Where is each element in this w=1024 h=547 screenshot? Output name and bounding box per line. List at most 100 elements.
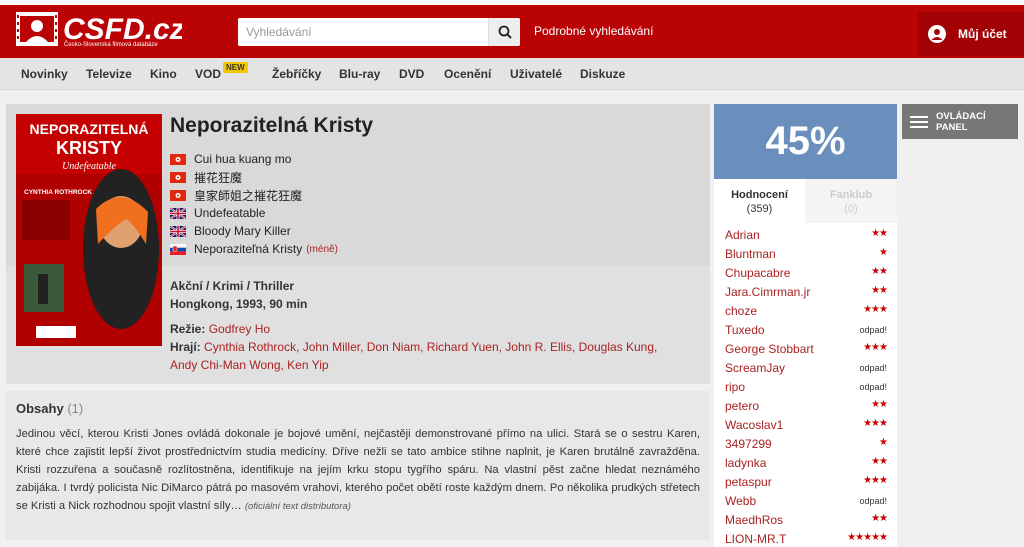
tab-ratings[interactable]: Hodnocení (359) [714, 179, 805, 223]
user-name-link[interactable]: petero [725, 399, 759, 413]
control-panel-button[interactable]: OVLÁDACÍ PANEL [902, 104, 1018, 139]
user-rating-stars: odpad! [859, 496, 887, 506]
plot-count: (1) [67, 401, 84, 416]
alt-name-row: Neporaziteľná Kristy (méně) [170, 240, 338, 258]
user-rating-stars: ★ [879, 247, 888, 258]
nav-diskuze[interactable]: Diskuze [580, 67, 625, 81]
poster-image: NEPORAZITELNÁ KRISTY Undefeatable CYNTHI… [16, 114, 162, 346]
nav-kino[interactable]: Kino [150, 67, 177, 81]
plot-title: Obsahy [16, 401, 64, 416]
alt-name-row: Cui hua kuang mo [170, 150, 338, 168]
user-name-link[interactable]: ScreamJay [725, 361, 785, 375]
user-name-link[interactable]: Chupacabre [725, 266, 790, 280]
menu-icon [910, 115, 928, 128]
nav-zebricky[interactable]: Žebříčky [272, 67, 321, 81]
nav-bluray[interactable]: Blu-ray [339, 67, 380, 81]
alternative-names: Cui hua kuang mo 摧花狂魔 皇家師姐之摧花狂魔 Undefeat… [170, 150, 338, 258]
user-name-link[interactable]: MaedhRos [725, 513, 783, 527]
alt-name: Bloody Mary Killer [194, 224, 291, 238]
user-name-link[interactable]: Tuxedo [725, 323, 765, 337]
user-name-link[interactable]: George Stobbart [725, 342, 814, 356]
alt-name: 皇家師姐之摧花狂魔 [194, 188, 303, 203]
user-rating-row: Wacoslav1 ★★★ [714, 415, 897, 434]
user-icon [928, 25, 946, 43]
nav-oceneni[interactable]: Ocenění [444, 67, 491, 81]
cast-links[interactable]: Andy Chi-Man Wong, Ken Yip [170, 358, 329, 372]
user-name-link[interactable]: choze [725, 304, 757, 318]
user-name-link[interactable]: ripo [725, 380, 745, 394]
rating-column: 45% Hodnocení (359) Fanklub (0) Adrian ★★… [714, 104, 897, 547]
film-info-box: NEPORAZITELNÁ KRISTY Undefeatable CYNTHI… [6, 104, 710, 384]
nav-uzivatele[interactable]: Uživatelé [510, 67, 562, 81]
uk-flag-icon [170, 207, 186, 219]
director-link[interactable]: Godfrey Ho [209, 322, 270, 336]
user-rating-row: Webb odpad! [714, 491, 897, 510]
user-name-link[interactable]: Adrian [725, 228, 760, 242]
nav-televize[interactable]: Televize [86, 67, 132, 81]
tab-fanclub[interactable]: Fanklub (0) [805, 179, 897, 223]
user-rating-stars: ★★★ [863, 342, 888, 353]
plot-box: Obsahy (1) Jedinou věcí, kterou Kristi J… [6, 391, 710, 540]
rating-percent: 45% [765, 119, 846, 163]
nav-vod[interactable]: VOD [195, 67, 221, 81]
user-rating-row: Bluntman ★ [714, 244, 897, 263]
user-rating-row: petero ★★ [714, 396, 897, 415]
alt-name: Undefeatable [194, 206, 266, 220]
cast-row: Hrají: Cynthia Rothrock, John Miller, Do… [170, 340, 657, 354]
user-rating-stars: ★★ [871, 228, 888, 239]
vod-new-badge: NEW [223, 62, 248, 73]
user-name-link[interactable]: 3497299 [725, 437, 772, 451]
user-name-link[interactable]: ladynka [725, 456, 766, 470]
user-rating-row: George Stobbart ★★★ [714, 339, 897, 358]
search-button[interactable] [488, 18, 520, 46]
plot-heading: Obsahy (1) [16, 401, 83, 416]
user-name-link[interactable]: Jara.Cimrman.jr [725, 285, 810, 299]
header-bar: CSFD.cz Česko-Slovenská filmová databáze… [0, 0, 1024, 58]
cast-label: Hrají: [170, 340, 201, 354]
nav-dvd[interactable]: DVD [399, 67, 424, 81]
film-poster[interactable]: NEPORAZITELNÁ KRISTY Undefeatable CYNTHI… [16, 114, 162, 346]
search-icon [498, 25, 512, 39]
user-rating-stars: ★★★ [863, 418, 888, 429]
user-name-link[interactable]: petaspur [725, 475, 772, 489]
plot-source: (oficiální text distributora) [244, 501, 351, 512]
search-box [238, 18, 520, 46]
show-less-link[interactable]: (méně) [306, 244, 338, 255]
search-input[interactable] [238, 18, 488, 46]
slovakia-flag-icon [170, 243, 186, 255]
alt-name-row: Undefeatable [170, 204, 338, 222]
user-rating-stars: odpad! [859, 325, 887, 335]
control-panel-label: OVLÁDACÍ PANEL [936, 110, 986, 133]
svg-text:CYNTHIA ROTHROCK: CYNTHIA ROTHROCK [24, 189, 92, 196]
user-rating-stars: odpad! [859, 363, 887, 373]
rating-box: 45% [714, 104, 897, 179]
cast-links[interactable]: Cynthia Rothrock, John Miller, Don Niam,… [204, 340, 657, 354]
user-rating-row: Tuxedo odpad! [714, 320, 897, 339]
film-origin: Hongkong, 1993, 90 min [170, 297, 308, 311]
user-name-link[interactable]: Webb [725, 494, 756, 508]
nav-novinky[interactable]: Novinky [21, 67, 68, 81]
plot-text: Jedinou věcí, kterou Kristi Jones ovládá… [16, 425, 700, 516]
user-rating-row: choze ★★★ [714, 301, 897, 320]
user-rating-row: Chupacabre ★★ [714, 263, 897, 282]
tab-fanclub-count: (0) [844, 203, 858, 215]
user-name-link[interactable]: Bluntman [725, 247, 776, 261]
user-rating-stars: ★★ [871, 513, 888, 524]
alt-name: Cui hua kuang mo [194, 152, 292, 166]
user-rating-stars: ★★ [871, 266, 888, 277]
user-rating-row: ScreamJay odpad! [714, 358, 897, 377]
director-row: Režie: Godfrey Ho [170, 322, 270, 336]
user-rating-row: 3497299 ★ [714, 434, 897, 453]
user-rating-stars: ★ [879, 437, 888, 448]
user-rating-stars: ★★ [871, 456, 888, 467]
user-name-link[interactable]: LION-MR.T [725, 532, 786, 546]
svg-text:NEPORAZITELNÁ: NEPORAZITELNÁ [30, 121, 149, 137]
account-button[interactable]: Můj účet [918, 12, 1024, 56]
advanced-search-link[interactable]: Podrobné vyhledávání [534, 24, 653, 38]
user-name-link[interactable]: Wacoslav1 [725, 418, 783, 432]
user-rating-row: ladynka ★★ [714, 453, 897, 472]
alt-name: Neporaziteľná Kristy [194, 242, 303, 256]
plot-body: Jedinou věcí, kterou Kristi Jones ovládá… [16, 428, 700, 512]
user-rating-row: Jara.Cimrman.jr ★★ [714, 282, 897, 301]
alt-name-row: Bloody Mary Killer [170, 222, 338, 240]
